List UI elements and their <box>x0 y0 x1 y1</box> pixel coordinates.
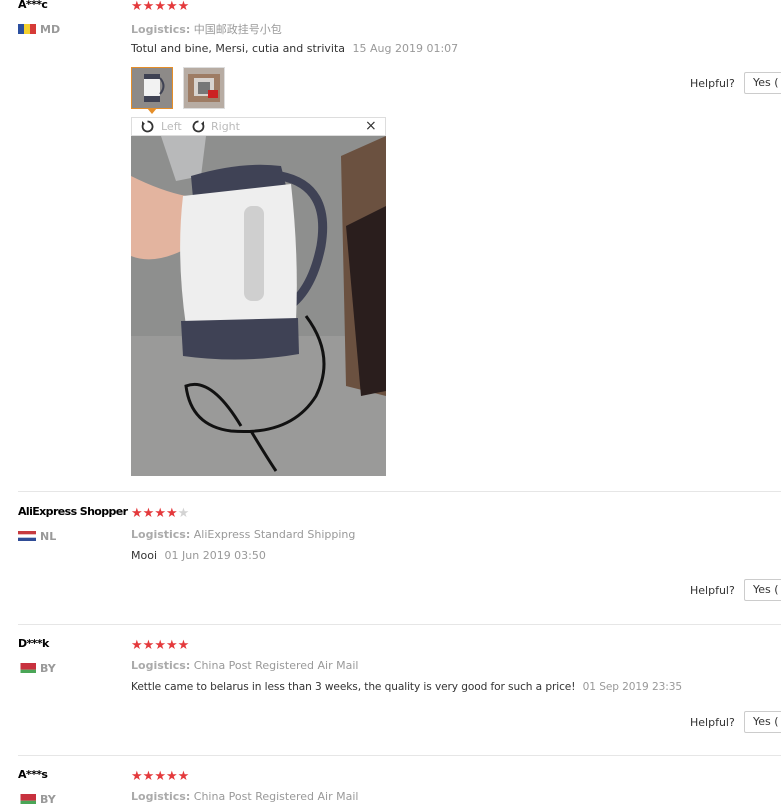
star-icon: ★ <box>142 769 155 784</box>
reviewer-country: BY <box>18 661 56 675</box>
star-icon: ★ <box>131 638 143 653</box>
star-icon: ★ <box>154 769 166 784</box>
active-thumbnail-pointer-icon <box>147 108 157 114</box>
reviewer-country: NL <box>18 529 56 543</box>
helpful-label: Helpful? <box>690 77 735 90</box>
helpful-label: Helpful? <box>690 584 735 597</box>
star-icon: ★ <box>131 0 143 14</box>
image-viewer-toolbar: Left Right × <box>131 117 386 136</box>
star-rating: ★★★★★ <box>131 507 189 520</box>
logistics-info: Logistics: China Post Registered Air Mai… <box>131 659 359 672</box>
reviewer-name: A***c <box>18 0 48 11</box>
star-icon: ★ <box>154 638 166 653</box>
helpful-label: Helpful? <box>690 716 735 729</box>
logistics-info: Logistics: China Post Registered Air Mai… <box>131 790 359 803</box>
star-rating: ★★★★★ <box>131 770 189 783</box>
logistics-info: Logistics: AliExpress Standard Shipping <box>131 528 356 541</box>
rotate-right-icon[interactable] <box>192 120 205 133</box>
review-text: Totul and bine, Mersi, cutia and strivit… <box>131 42 459 55</box>
star-rating: ★★★★★ <box>131 639 189 652</box>
star-icon: ★ <box>165 506 178 521</box>
review-photo-large <box>131 136 386 476</box>
star-icon: ★ <box>131 769 143 784</box>
belarus-flag-icon <box>18 663 36 673</box>
star-icon: ★ <box>165 769 178 784</box>
star-icon: ★ <box>165 0 178 14</box>
star-icon: ★ <box>131 506 143 521</box>
star-icon: ★ <box>177 0 190 14</box>
country-code: BY <box>40 792 56 806</box>
rotate-right-button[interactable]: Right <box>211 120 240 133</box>
star-icon: ★ <box>177 638 190 653</box>
reviewer-name: A***s <box>18 768 48 781</box>
close-viewer-button[interactable]: × <box>365 118 377 134</box>
review-photo-thumbnail[interactable] <box>131 67 173 109</box>
netherlands-flag-icon <box>18 531 36 541</box>
helpful-yes-button[interactable]: Yes ( <box>744 72 781 94</box>
star-icon: ★ <box>154 506 166 521</box>
reviewer-name: D***k <box>18 637 49 650</box>
star-rating: ★★★★★ <box>131 0 189 13</box>
star-icon: ★ <box>142 506 155 521</box>
logistics-info: Logistics: 中国邮政挂号小包 <box>131 23 282 36</box>
review-text: Mooi 01 Jun 2019 03:50 <box>131 549 266 562</box>
star-icon: ★ <box>142 0 155 14</box>
reviewer-name: AliExpress Shopper <box>18 505 128 518</box>
moldova-flag-icon <box>18 24 36 34</box>
helpful-yes-button[interactable]: Yes ( <box>744 579 781 601</box>
reviewer-country: BY <box>18 792 56 806</box>
reviewer-country: MD <box>18 22 60 36</box>
star-empty-icon: ★ <box>177 506 190 521</box>
review-date: 15 Aug 2019 01:07 <box>352 42 459 55</box>
star-icon: ★ <box>165 638 178 653</box>
star-icon: ★ <box>177 769 190 784</box>
star-icon: ★ <box>154 0 166 14</box>
country-code: BY <box>40 661 56 675</box>
country-code: MD <box>40 22 61 36</box>
belarus-flag-icon <box>18 794 36 804</box>
review-photo-thumbnail[interactable] <box>183 67 225 109</box>
review-text: Kettle came to belarus in less than 3 we… <box>131 681 682 693</box>
star-icon: ★ <box>142 638 155 653</box>
helpful-yes-button[interactable]: Yes ( <box>744 711 781 733</box>
rotate-left-icon[interactable] <box>141 120 154 133</box>
review-divider <box>18 491 781 492</box>
package-thumbnail-image <box>184 68 224 108</box>
review-divider <box>18 624 781 625</box>
kettle-photo-image <box>131 136 386 476</box>
rotate-left-button[interactable]: Left <box>161 120 182 133</box>
review-date: 01 Sep 2019 23:35 <box>582 681 682 693</box>
review-date: 01 Jun 2019 03:50 <box>164 549 266 562</box>
kettle-thumbnail-image <box>132 68 172 108</box>
country-code: NL <box>40 529 57 543</box>
review-divider <box>18 755 781 756</box>
